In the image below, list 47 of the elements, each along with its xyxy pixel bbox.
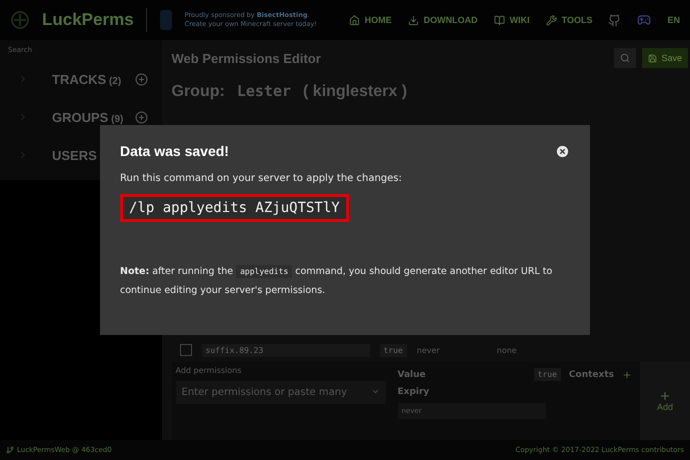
add-icon[interactable] — [134, 110, 148, 124]
add-button[interactable]: Add — [640, 362, 690, 440]
editor-title: Web Permissions Editor — [172, 50, 321, 66]
command-text: /lp applyedits AZjuQTSTlY — [120, 194, 349, 222]
sponsor-logo-icon — [158, 9, 173, 31]
home-icon — [348, 14, 360, 26]
value-cell[interactable]: true — [380, 344, 407, 356]
download-icon — [408, 14, 419, 26]
close-button[interactable] — [555, 144, 570, 158]
sidebar-section[interactable]: TRACKS (2) — [34, 72, 128, 86]
floppy-icon — [648, 54, 658, 62]
language-link[interactable]: EN — [667, 15, 680, 25]
expiry-label: Expiry — [398, 387, 430, 397]
value-label: Value — [398, 370, 426, 380]
row-checkbox[interactable] — [180, 344, 192, 356]
group-name: Lester — [236, 82, 292, 100]
search-button[interactable] — [614, 48, 636, 68]
caret-icon — [370, 387, 380, 396]
search-icon — [620, 53, 630, 63]
add-icon[interactable] — [134, 72, 148, 86]
expiry-cell-text: never — [416, 346, 441, 354]
permission-node: suffix.89.23 — [202, 344, 370, 356]
add-permissions-title: Add permissions — [176, 366, 242, 375]
branch-icon — [6, 446, 14, 454]
github-icon[interactable] — [608, 14, 622, 26]
value-toggle[interactable]: true — [534, 368, 561, 381]
group-label: Group: — [172, 83, 225, 101]
plus-icon — [659, 390, 671, 402]
logo-text: LuckPerms — [42, 10, 134, 30]
dialog-title: Data was saved! — [120, 143, 229, 159]
add-context-icon[interactable] — [622, 370, 632, 380]
contexts-cell-text: none — [496, 346, 518, 354]
nav-link[interactable]: DOWNLOAD — [408, 14, 478, 26]
instruction-text: Run this command on your server to apply the changes: — [120, 173, 403, 184]
logo-icon — [10, 10, 30, 30]
sidebar-section[interactable]: GROUPS (9) — [34, 110, 128, 124]
book-icon — [494, 14, 505, 26]
nav-link[interactable]: HOME — [348, 14, 392, 26]
contexts-label: Contexts — [568, 370, 614, 380]
permission-input[interactable]: Enter permissions or paste many — [176, 381, 386, 404]
gamepad-icon[interactable] — [637, 13, 652, 27]
wrench-icon — [546, 14, 557, 26]
note-text: Note: after running the applyedits command, you should generate another editor URL to continue editing your server's permissions. — [120, 264, 554, 298]
group-display-name: ( kinglesterx ) — [303, 83, 408, 101]
nav-link[interactable]: WIKI — [494, 14, 530, 26]
nav-link[interactable]: TOOLS — [546, 14, 592, 26]
save-button[interactable]: Save — [642, 48, 688, 68]
